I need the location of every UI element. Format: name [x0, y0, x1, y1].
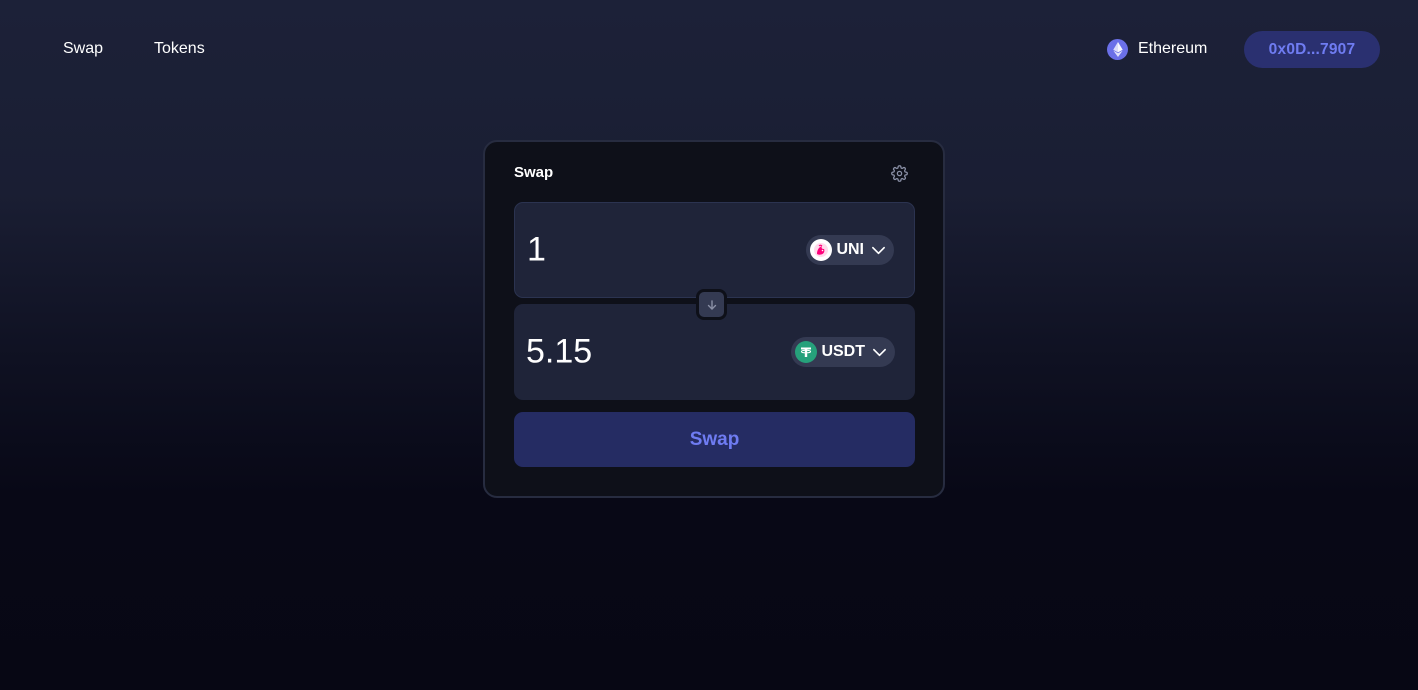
swap-card: Swap UNI [483, 140, 945, 498]
from-token-selector[interactable]: UNI [806, 235, 894, 265]
chevron-down-icon [871, 344, 887, 360]
nav-tokens-link[interactable]: Tokens [154, 38, 205, 60]
tether-icon [795, 341, 818, 363]
gear-icon[interactable] [889, 163, 909, 183]
uniswap-icon [810, 239, 833, 261]
from-amount-input[interactable] [527, 230, 767, 270]
network-label: Ethereum [1138, 40, 1208, 57]
ethereum-icon [1107, 38, 1128, 60]
swap-card-title: Swap [514, 164, 554, 181]
flip-direction-button[interactable] [696, 289, 727, 320]
to-token-label: USDT [821, 343, 865, 360]
arrow-down-icon [706, 299, 718, 311]
nav-swap-link[interactable]: Swap [63, 38, 103, 60]
to-amount-input[interactable] [526, 332, 766, 372]
wallet-address-button[interactable]: 0x0D...7907 [1244, 31, 1380, 68]
network-selector[interactable]: Ethereum [1107, 38, 1207, 60]
from-panel: UNI [514, 202, 915, 298]
from-token-label: UNI [836, 241, 864, 258]
swap-submit-button[interactable]: Swap [514, 412, 915, 467]
chevron-down-icon [870, 242, 886, 258]
to-token-selector[interactable]: USDT [791, 337, 895, 367]
